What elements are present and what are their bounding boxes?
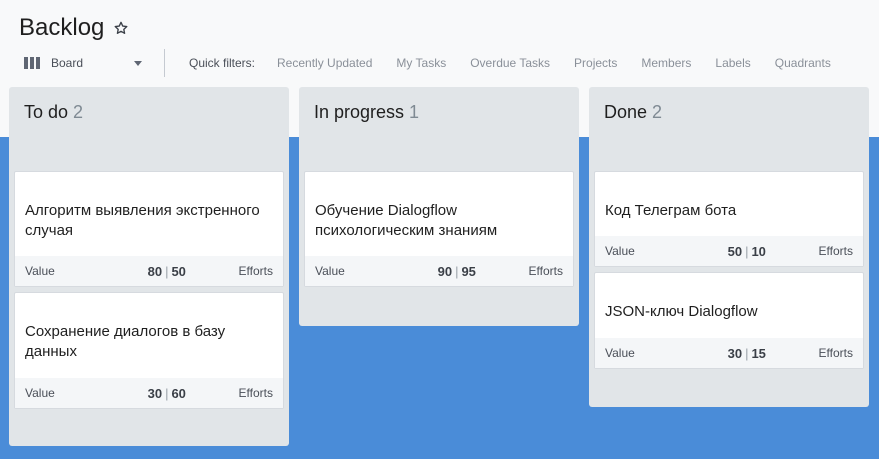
column-title: To do <box>24 102 69 122</box>
score-separator: | <box>745 345 749 361</box>
value-number: 90 <box>437 263 453 279</box>
quick-filter-members[interactable]: Members <box>641 56 691 70</box>
card-title: Код Телеграм бота <box>605 202 737 219</box>
value-number: 80 <box>147 263 163 279</box>
efforts-label: Efforts <box>238 264 273 278</box>
quick-filter-overdue-tasks[interactable]: Overdue Tasks <box>470 56 550 70</box>
page-title: Backlog <box>19 14 105 41</box>
efforts-label: Efforts <box>818 244 853 258</box>
column-title: In progress <box>314 102 405 122</box>
star-icon[interactable] <box>113 20 129 36</box>
column-count: 2 <box>652 102 663 122</box>
task-card[interactable]: JSON-ключ Dialogflow Value 30 | 15 Efforts <box>594 272 864 369</box>
column-to-do: To do 2 Алгоритм выявления экстренного сл… <box>9 87 289 446</box>
efforts-number: 50 <box>171 263 186 279</box>
score-separator: | <box>745 243 749 259</box>
card-footer: Value 30 | 60 Efforts <box>15 378 283 408</box>
card-footer: Value 80 | 50 Efforts <box>15 256 283 286</box>
value-label: Value <box>25 264 55 278</box>
score-pair: 80 | 50 <box>95 264 239 279</box>
column-header: Done 2 <box>604 102 662 123</box>
value-number: 50 <box>727 243 743 259</box>
value-label: Value <box>25 386 55 400</box>
quick-filters-label: Quick filters: <box>189 56 256 70</box>
efforts-label: Efforts <box>238 386 273 400</box>
column-count: 2 <box>73 102 84 122</box>
divider <box>164 49 165 77</box>
efforts-number: 60 <box>171 385 186 401</box>
efforts-label: Efforts <box>818 346 853 360</box>
chevron-down-icon <box>134 60 142 66</box>
task-card[interactable]: Сохранение диалогов в базу данных Value … <box>14 292 284 409</box>
card-title: JSON-ключ Dialogflow <box>605 303 758 320</box>
card-title: Сохранение диалогов в базу данных <box>25 323 226 360</box>
quick-filter-projects[interactable]: Projects <box>574 56 617 70</box>
task-card[interactable]: Алгоритм выявления экстренного случая Va… <box>14 171 284 287</box>
quick-filter-my-tasks[interactable]: My Tasks <box>396 56 446 70</box>
filters-row: Board Quick filters: Recently Updated My… <box>24 48 874 78</box>
score-pair: 30 | 60 <box>95 386 239 401</box>
card-title: Обучение Dialogflow психологическим знан… <box>315 202 498 239</box>
efforts-number: 15 <box>751 345 766 361</box>
column-header: To do 2 <box>24 102 83 123</box>
column-title: Done <box>604 102 648 122</box>
quick-filter-recently-updated[interactable]: Recently Updated <box>277 56 372 70</box>
card-title: Алгоритм выявления экстренного случая <box>25 202 260 239</box>
title-row: Backlog <box>19 12 129 44</box>
value-number: 30 <box>147 385 163 401</box>
quick-filter-quadrants[interactable]: Quadrants <box>775 56 831 70</box>
view-label: Board <box>51 56 84 70</box>
task-card[interactable]: Обучение Dialogflow психологическим знан… <box>304 171 574 287</box>
card-footer: Value 30 | 15 Efforts <box>595 338 863 368</box>
efforts-number: 95 <box>461 263 476 279</box>
value-label: Value <box>315 264 345 278</box>
score-pair: 50 | 10 <box>675 244 819 259</box>
task-card[interactable]: Код Телеграм бота Value 50 | 10 Efforts <box>594 171 864 267</box>
quick-filter-labels[interactable]: Labels <box>715 56 750 70</box>
board-icon <box>24 57 40 69</box>
view-selector[interactable]: Board <box>24 51 142 75</box>
value-label: Value <box>605 346 635 360</box>
value-number: 30 <box>727 345 743 361</box>
value-label: Value <box>605 244 635 258</box>
card-footer: Value 90 | 95 Efforts <box>305 256 573 286</box>
efforts-number: 10 <box>751 243 766 259</box>
score-separator: | <box>165 263 169 279</box>
column-in-progress: In progress 1 Обучение Dialogflow психоло… <box>299 87 579 326</box>
score-pair: 30 | 15 <box>675 346 819 361</box>
card-footer: Value 50 | 10 Efforts <box>595 236 863 266</box>
column-count: 1 <box>409 102 420 122</box>
efforts-label: Efforts <box>528 264 563 278</box>
column-done: Done 2 Код Телеграм бота Value 50 | 10 Effo… <box>589 87 869 407</box>
score-separator: | <box>455 263 459 279</box>
score-separator: | <box>165 385 169 401</box>
column-header: In progress 1 <box>314 102 419 123</box>
score-pair: 90 | 95 <box>385 264 529 279</box>
